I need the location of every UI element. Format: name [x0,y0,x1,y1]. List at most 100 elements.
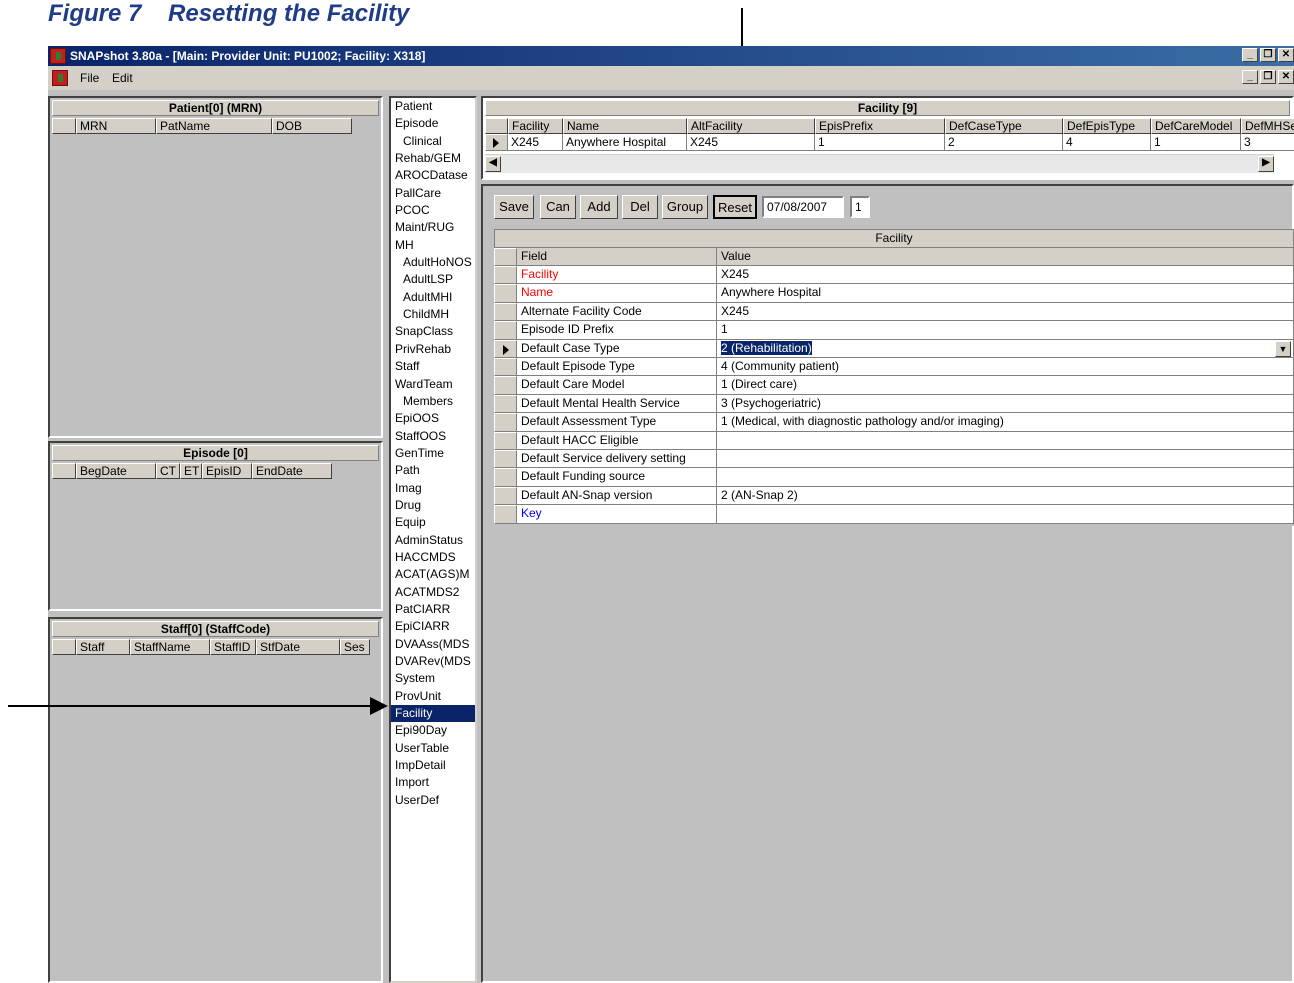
field-value[interactable]: 1 (Direct care) [717,376,1294,395]
nav-item[interactable]: UserTable [391,740,475,757]
grid-cell[interactable]: 2 [945,134,1063,151]
row-indicator[interactable] [494,468,517,487]
group-button[interactable]: Group [662,195,708,219]
grid-cell[interactable]: 4 [1063,134,1151,151]
nav-item[interactable]: Facility [391,705,475,723]
column-header[interactable]: DefEpisType [1063,118,1151,134]
nav-item[interactable]: AdultLSP [391,271,475,288]
nav-item[interactable]: DVAAss(MDS [391,636,475,653]
nav-item[interactable]: EpiOOS [391,410,475,427]
date-field[interactable]: 07/08/2007 [762,196,844,218]
nav-item[interactable]: GenTime [391,445,475,462]
row-indicator[interactable] [494,505,517,524]
nav-item[interactable]: Rehab/GEM [391,150,475,167]
field-value[interactable]: X245 [717,302,1294,322]
nav-item[interactable]: EpiCIARR [391,618,475,635]
column-header[interactable]: StaffName [130,639,210,655]
nav-item[interactable]: Staff [391,358,475,375]
row-indicator[interactable] [494,284,517,303]
field-value[interactable] [717,505,1294,524]
column-header[interactable]: EndDate [252,463,332,479]
nav-item[interactable]: HACCMDS [391,549,475,566]
grid-cell[interactable]: Anywhere Hospital [563,134,687,151]
nav-item[interactable]: PatCIARR [391,601,475,618]
facility-row[interactable]: X245 Anywhere Hospital X245 1 2 4 1 3 [485,134,1294,151]
grid-cell[interactable]: X245 [687,134,815,151]
field-value[interactable]: 1 (Medical, with diagnostic pathology an… [717,413,1294,432]
nav-item[interactable]: Equip [391,514,475,531]
nav-item[interactable]: Clinical [391,133,475,150]
row-indicator[interactable] [494,431,517,450]
field-value[interactable]: 2 (AN-Snap 2) [717,486,1294,506]
grid-cell[interactable]: X245 [508,134,563,151]
scroll-right-icon[interactable]: ▶ [1258,156,1274,172]
column-header[interactable]: AltFacility [687,118,815,134]
grid-cell[interactable]: 3 [1241,134,1294,151]
field-value[interactable]: Anywhere Hospital [717,284,1294,303]
nav-item[interactable]: ImpDetail [391,757,475,774]
field-value[interactable]: X245 [717,266,1294,285]
column-header[interactable]: DefCareModel [1151,118,1241,134]
column-header[interactable]: Ses [340,639,370,655]
grid-cell[interactable]: 1 [1151,134,1241,151]
nav-item[interactable]: Epi90Day [391,722,475,739]
window-titlebar[interactable]: SNAPshot 3.80a - [Main: Provider Unit: P… [48,46,1294,66]
column-header[interactable]: Name [563,118,687,134]
nav-item[interactable]: PCOC [391,202,475,219]
column-header[interactable]: DefMHServ [1241,118,1294,134]
add-button[interactable]: Add [580,195,618,219]
row-indicator[interactable] [494,376,517,395]
delete-button[interactable]: Del [622,195,658,219]
nav-item[interactable]: UserDef [391,792,475,809]
field-value[interactable] [717,450,1294,469]
nav-item[interactable]: System [391,670,475,687]
nav-list[interactable]: Patient Episode Clinical Rehab/GEM AROCDatas… [389,96,477,983]
field-value[interactable] [717,468,1294,487]
nav-item[interactable]: Patient [391,98,475,115]
menu-edit[interactable]: Edit [112,71,133,85]
restore-icon[interactable]: ❐ [1260,48,1276,62]
column-header[interactable]: CT [156,463,180,479]
nav-item[interactable]: ProvUnit [391,688,475,705]
row-indicator[interactable] [494,413,517,432]
nav-item[interactable]: Maint/RUG [391,219,475,236]
row-indicator[interactable] [494,266,517,285]
mdi-minimize-icon[interactable]: _ [1242,70,1258,84]
nav-item[interactable]: Path [391,462,475,479]
field-value[interactable]: 2 (Rehabilitation) ▼ [717,339,1294,358]
nav-item[interactable]: PallCare [391,185,475,202]
nav-item[interactable]: SnapClass [391,323,475,340]
document-icon[interactable] [52,70,68,86]
nav-item[interactable]: Episode [391,115,475,132]
reset-button[interactable]: Reset [713,195,757,219]
column-header[interactable]: DefCaseType [945,118,1063,134]
menu-file[interactable]: File [80,71,99,85]
column-header[interactable]: EpisPrefix [815,118,945,134]
row-indicator[interactable] [494,486,517,506]
field-value[interactable]: 4 (Community patient) [717,358,1294,377]
nav-item[interactable]: AROCDatase [391,167,475,184]
close-icon[interactable]: ✕ [1278,48,1294,62]
column-header[interactable]: BegDate [76,463,156,479]
nav-item[interactable]: Imag [391,480,475,497]
row-indicator[interactable] [494,321,517,340]
field-value[interactable]: 1 [717,321,1294,340]
column-header[interactable]: Facility [508,118,563,134]
column-header[interactable]: DOB [272,118,352,134]
grid-cell[interactable]: 1 [815,134,945,151]
nav-item[interactable]: DVARev(MDS [391,653,475,670]
row-indicator[interactable] [494,394,517,414]
column-header[interactable]: Staff [76,639,130,655]
nav-item[interactable]: PrivRehab [391,341,475,358]
field-value[interactable]: 3 (Psychogeriatric) [717,394,1294,414]
minimize-icon[interactable]: _ [1242,48,1258,62]
mdi-close-icon[interactable]: ✕ [1278,70,1294,84]
row-indicator[interactable] [494,302,517,322]
mdi-restore-icon[interactable]: ❐ [1260,70,1276,84]
dropdown-arrow-icon[interactable]: ▼ [1275,340,1291,357]
row-indicator[interactable] [494,339,517,358]
nav-item[interactable]: Import [391,774,475,791]
nav-item[interactable]: Drug [391,497,475,514]
column-header[interactable]: ET [180,463,202,479]
nav-item[interactable]: AdultMHI [391,289,475,306]
